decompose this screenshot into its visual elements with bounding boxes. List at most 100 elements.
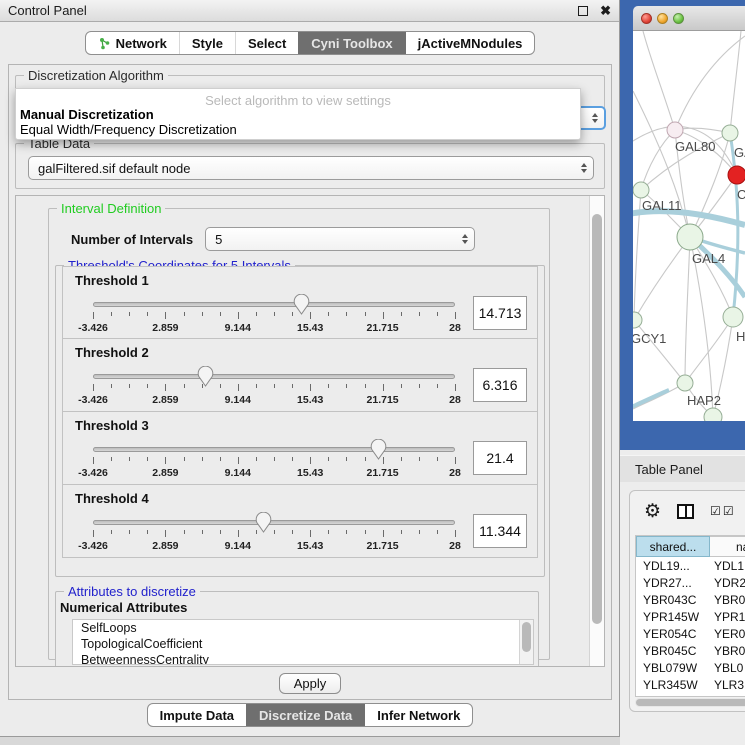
tab-select[interactable]: Select xyxy=(235,32,298,54)
dropdown-option-manual-discretization[interactable]: Manual Discretization xyxy=(16,107,580,122)
table-row[interactable]: YLR345WYLR3 xyxy=(636,676,745,693)
tab-jactivemnodules[interactable]: jActiveMNodules xyxy=(405,32,535,54)
list-item[interactable]: BetweennessCentrality xyxy=(73,652,533,665)
checkbox-icon: ☑ xyxy=(723,505,734,517)
threshold-1-slider[interactable]: -3.426 2.859 9.144 15.43 21.715 28 xyxy=(93,296,455,340)
threshold-2-card: Threshold 2 -3.426 xyxy=(62,339,538,412)
table-row[interactable]: YDR27...YDR2 xyxy=(636,574,745,591)
threshold-4-card: Threshold 4 -3.426 xyxy=(62,485,538,558)
close-window-icon[interactable]: ✖ xyxy=(600,6,611,16)
threshold-1-label: Threshold 1 xyxy=(75,273,527,288)
table-row[interactable]: YER054CYER0 xyxy=(636,625,745,642)
node-label-gal11: GAL11 xyxy=(642,198,682,213)
combobox-arrows-icon xyxy=(592,113,598,123)
attributes-list-scrollbar[interactable] xyxy=(519,620,533,664)
algorithm-dropdown-popup: Select algorithm to view settings Manual… xyxy=(15,88,581,140)
cyni-toolbox-panel: Discretization Algorithm Select algorith… xyxy=(8,64,612,700)
slider-ticks xyxy=(93,384,455,392)
slider-thumb[interactable] xyxy=(370,439,387,460)
table-row[interactable]: YIL052CYIL0 xyxy=(636,693,745,697)
checkbox-icon: ☑ xyxy=(710,505,721,517)
gear-icon[interactable]: ⚙ xyxy=(644,502,661,521)
node-gal11[interactable] xyxy=(633,182,649,198)
slider-track[interactable] xyxy=(93,302,455,307)
threshold-3-slider[interactable]: -3.426 2.859 9.144 15.43 21.715 28 xyxy=(93,441,455,485)
list-item[interactable]: SelfLoops xyxy=(73,620,533,636)
network-icon xyxy=(98,37,111,50)
threshold-3-value-field[interactable]: 21.4 xyxy=(473,441,527,475)
number-of-intervals-label: Number of Intervals xyxy=(71,232,193,247)
interval-definition-group-title: Interval Definition xyxy=(57,201,165,216)
node-label-gcy1: GCY1 xyxy=(633,331,666,346)
mac-close-icon[interactable] xyxy=(641,13,652,24)
tab-discretize-data[interactable]: Discretize Data xyxy=(246,704,364,726)
table-data-group: Table Data galFiltered.sif default node xyxy=(15,143,605,189)
table-data-combobox[interactable]: galFiltered.sif default node xyxy=(28,156,594,180)
column-header-name[interactable]: na xyxy=(710,536,745,557)
slider-track[interactable] xyxy=(93,520,455,525)
table-row[interactable]: YDL19...YDL1 xyxy=(636,557,745,574)
list-item[interactable]: TopologicalCoefficient xyxy=(73,636,533,652)
settings-scrollpane: Interval Definition Number of Intervals … xyxy=(15,195,605,667)
tab-cyni-toolbox[interactable]: Cyni Toolbox xyxy=(298,32,404,54)
split-view-icon[interactable] xyxy=(677,504,694,519)
node-label-gal4: GAL4 xyxy=(692,251,725,266)
control-panel-window: Control Panel ✖ Network Style Select xyxy=(0,0,620,737)
node-ga[interactable] xyxy=(722,125,738,141)
threshold-2-slider[interactable]: -3.426 2.859 9.144 15.43 21.715 28 xyxy=(93,368,455,412)
algorithm-dropdown-hint: Select algorithm to view settings xyxy=(16,89,580,107)
node-label-c: C xyxy=(737,187,745,202)
mac-zoom-icon[interactable] xyxy=(673,13,684,24)
tab-style[interactable]: Style xyxy=(179,32,235,54)
node-gcy1[interactable] xyxy=(633,312,642,328)
column-header-shared-name[interactable]: shared... xyxy=(636,536,710,557)
discretization-algorithm-group-title: Discretization Algorithm xyxy=(24,68,168,83)
network-window-titlebar xyxy=(633,6,745,31)
spinner-arrows-icon xyxy=(462,234,468,244)
table-horizontal-scrollbar[interactable] xyxy=(635,698,745,707)
threshold-4-slider[interactable]: -3.426 2.859 9.144 15.43 21.715 28 xyxy=(93,514,455,558)
number-of-intervals-spinner[interactable]: 5 xyxy=(205,227,475,251)
node-bottom[interactable] xyxy=(704,408,722,421)
node-hap2[interactable] xyxy=(677,375,693,391)
attributes-group-title: Attributes to discretize xyxy=(64,584,200,599)
node-h[interactable] xyxy=(723,307,743,327)
slider-thumb[interactable] xyxy=(197,366,214,387)
threshold-1-value-field[interactable]: 14.713 xyxy=(473,296,527,330)
dropdown-option-equal-width-frequency[interactable]: Equal Width/Frequency Discretization xyxy=(16,122,580,137)
threshold-2-label: Threshold 2 xyxy=(75,345,527,360)
control-panel-tabbar: Network Style Select Cyni Toolbox jActiv… xyxy=(0,31,620,55)
apply-button[interactable]: Apply xyxy=(279,673,341,694)
numerical-attributes-list: SelfLoops TopologicalCoefficient Between… xyxy=(72,619,534,665)
network-canvas[interactable]: GAL80 GA C GAL11 GAL4 GCY1 H HAP2 xyxy=(633,31,745,421)
threshold-4-value-field[interactable]: 11.344 xyxy=(473,514,527,548)
node-red-selected[interactable] xyxy=(728,166,745,184)
table-row[interactable]: YBR045CYBR0 xyxy=(636,642,745,659)
settings-vertical-scrollbar[interactable] xyxy=(589,196,604,666)
slider-track[interactable] xyxy=(93,447,455,452)
tab-impute-data[interactable]: Impute Data xyxy=(148,704,246,726)
tab-infer-network[interactable]: Infer Network xyxy=(364,704,472,726)
slider-tick-labels: -3.426 2.859 9.144 15.43 21.715 28 xyxy=(93,467,455,479)
tab-network[interactable]: Network xyxy=(86,32,179,54)
numerical-attributes-label: Numerical Attributes xyxy=(60,600,538,615)
table-row[interactable]: YBL079WYBL0 xyxy=(636,659,745,676)
select-columns-icons[interactable]: ☑☑ xyxy=(710,505,734,517)
slider-ticks xyxy=(93,457,455,465)
threshold-3-label: Threshold 3 xyxy=(75,418,527,433)
table-row[interactable]: YPR145WYPR1 xyxy=(636,608,745,625)
slider-track[interactable] xyxy=(93,374,455,379)
node-table: shared... na YDL19...YDL1 YDR27...YDR2 Y… xyxy=(635,535,745,697)
interval-definition-group: Interval Definition Number of Intervals … xyxy=(48,208,550,660)
mac-minimize-icon[interactable] xyxy=(657,13,668,24)
table-panel-title: Table Panel xyxy=(635,462,703,477)
control-panel-title: Control Panel xyxy=(8,3,578,18)
float-window-icon[interactable] xyxy=(578,6,588,16)
node-gal4[interactable] xyxy=(677,224,703,250)
table-row[interactable]: YBR043CYBR0 xyxy=(636,591,745,608)
node-gal80[interactable] xyxy=(667,122,683,138)
threshold-3-card: Threshold 3 -3.426 xyxy=(62,412,538,485)
threshold-2-value-field[interactable]: 6.316 xyxy=(473,368,527,402)
slider-thumb[interactable] xyxy=(255,512,272,533)
slider-thumb[interactable] xyxy=(293,294,310,315)
